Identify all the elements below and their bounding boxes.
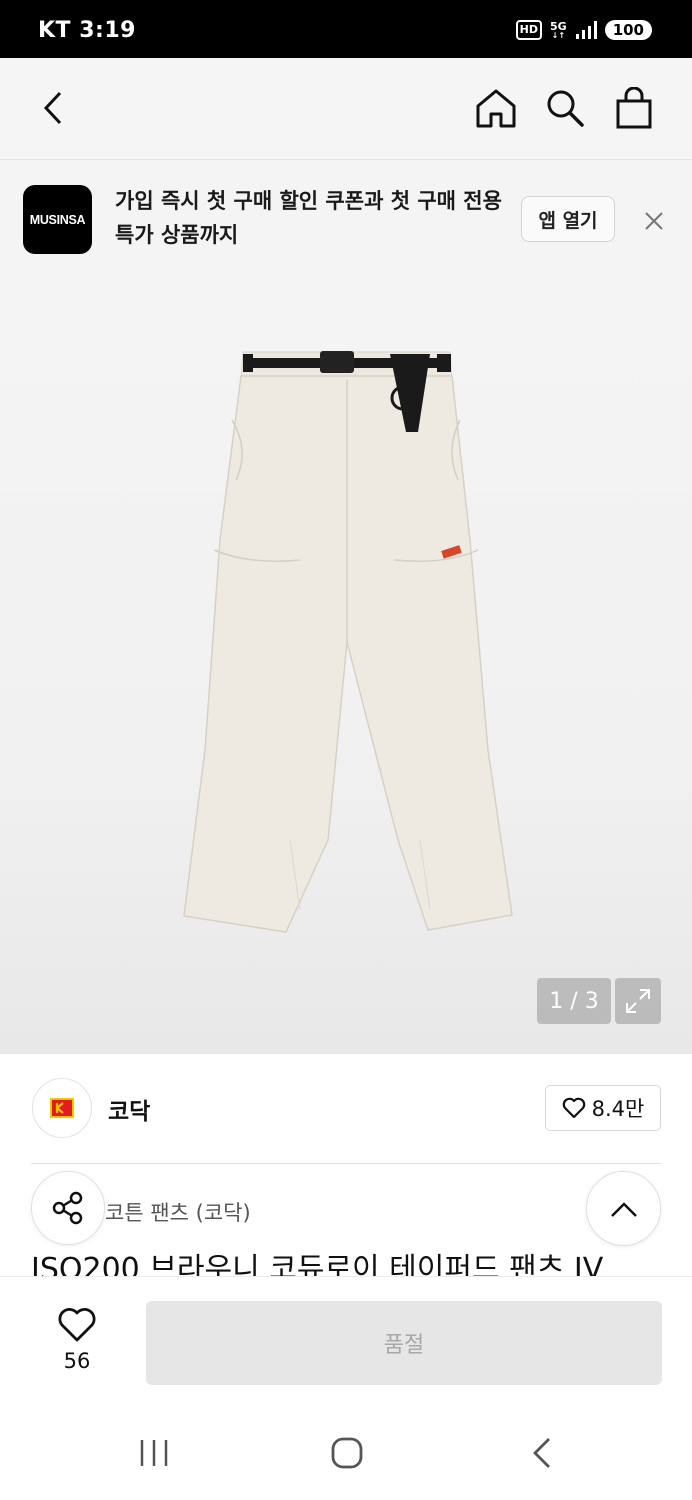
chevron-up-icon: [610, 1201, 637, 1217]
soldout-button[interactable]: 품절: [146, 1301, 662, 1385]
back-nav-icon: [533, 1438, 550, 1468]
expand-image-button[interactable]: [615, 978, 661, 1024]
battery-indicator: 100: [604, 20, 652, 40]
android-nav-bar: [0, 1406, 692, 1500]
product-category[interactable]: 코튼 팬츠 (코닥): [105, 1197, 251, 1227]
signal-icon: [575, 21, 597, 39]
search-button[interactable]: [541, 84, 589, 132]
product-title: ISO200 브라우니 코듀로이 테이퍼드 팬츠 IV: [31, 1252, 604, 1277]
cart-button[interactable]: [610, 84, 658, 132]
brand-like-button[interactable]: 8.4만: [545, 1085, 661, 1131]
image-counter: 1 / 3: [537, 978, 611, 1024]
home-nav-icon: [331, 1437, 363, 1469]
divider: [31, 1163, 661, 1164]
carrier-time: KT 3:19: [38, 18, 136, 43]
kodak-logo-icon: [50, 1098, 74, 1118]
expand-icon: [626, 989, 650, 1013]
brand-row[interactable]: 코닥 8.4만: [0, 1054, 692, 1164]
open-app-button[interactable]: 앱 열기: [521, 196, 615, 242]
network-icon: 5G ↓↑: [550, 19, 567, 40]
status-bar: KT 3:19 HD 5G ↓↑ 100: [0, 0, 692, 58]
search-icon: [547, 90, 584, 127]
recent-apps-icon: [140, 1440, 168, 1466]
brand-name[interactable]: 코닥: [108, 1092, 150, 1126]
hd-badge: HD: [515, 20, 542, 40]
share-button[interactable]: [31, 1171, 105, 1245]
heart-icon: [562, 1097, 585, 1119]
home-nav-button[interactable]: [322, 1430, 372, 1476]
app-promo-banner: MUSINSA 가입 즉시 첫 구매 할인 쿠폰과 첫 구매 전용 특가 상품까…: [0, 160, 692, 280]
home-icon: [476, 89, 516, 128]
recent-apps-button[interactable]: [129, 1430, 179, 1476]
wishlist-button[interactable]: 56: [46, 1307, 108, 1373]
wishlist-count: 56: [63, 1349, 91, 1373]
status-indicators: HD 5G ↓↑ 100: [515, 19, 652, 40]
bottom-purchase-bar: 56 품절: [0, 1276, 692, 1406]
banner-message: 가입 즉시 첫 구매 할인 쿠폰과 첫 구매 전용 특가 상품까지: [115, 189, 502, 247]
chevron-left-icon: [43, 91, 62, 125]
musinsa-logo: MUSINSA: [23, 185, 92, 254]
share-icon: [52, 1191, 83, 1225]
product-image-gallery[interactable]: 1 / 3: [0, 280, 692, 1054]
home-button[interactable]: [472, 84, 520, 132]
back-nav-button[interactable]: [517, 1430, 567, 1476]
close-icon: [645, 212, 663, 230]
back-button[interactable]: [30, 84, 78, 132]
product-photo: [183, 351, 513, 933]
top-nav: [0, 58, 692, 160]
brand-avatar[interactable]: [32, 1078, 92, 1138]
scroll-to-top-button[interactable]: [586, 1171, 661, 1246]
brand-like-count: 8.4만: [591, 1097, 645, 1121]
shopping-bag-icon: [616, 87, 652, 129]
banner-close-button[interactable]: [638, 205, 670, 237]
heart-icon: [58, 1308, 96, 1342]
